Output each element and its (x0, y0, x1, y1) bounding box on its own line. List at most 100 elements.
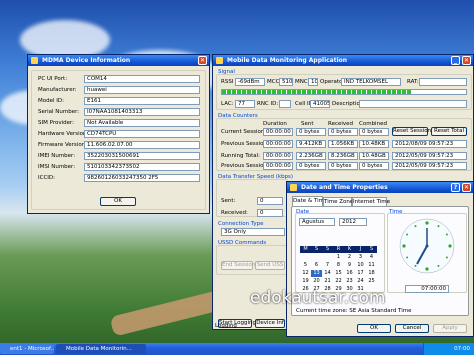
calendar-day[interactable]: 3 (355, 254, 366, 261)
calendar-day[interactable]: 12 (300, 270, 311, 277)
clock-tick (425, 267, 429, 271)
calendar-day[interactable]: 19 (300, 278, 311, 285)
close-button[interactable]: ✕ (198, 56, 207, 65)
col-received: Received (328, 121, 354, 127)
calendar-day[interactable]: 1 (333, 254, 344, 261)
calendar-week: 12 13 14 15 16 17 18 (300, 269, 380, 277)
calendar-day[interactable]: 25 (366, 278, 377, 285)
row-value: I07NAA1081403313 (84, 108, 200, 116)
calendar-day[interactable]: 8 (333, 262, 344, 269)
counter-combined: 10.48KB (359, 140, 389, 148)
calendar-week: 5 6 7 8 9 10 11 (300, 261, 380, 269)
taskbar-item[interactable]: ent1 - Microsof... (0, 344, 54, 354)
weekday-row: MSSRKJS (300, 245, 380, 253)
datetime-title: Date and Time Properties (301, 184, 388, 191)
counter-received: 8.236GB (328, 152, 358, 160)
calendar-day[interactable]: 13 (311, 270, 322, 277)
clock-tick (402, 244, 406, 248)
rnc-label: RNC ID: (257, 101, 279, 107)
calendar-day[interactable]: 7 (322, 262, 333, 269)
calendar-day[interactable]: 2 (344, 254, 355, 261)
cellid-value: 41005 (310, 100, 330, 108)
weekday-label: S (311, 246, 322, 253)
clock[interactable]: 07:00 (454, 343, 470, 355)
weekday-label: R (333, 246, 344, 253)
counter-row-label: Running Total: (221, 153, 260, 159)
weekday-label: J (355, 246, 366, 253)
reset-session-button[interactable]: Reset Session (392, 127, 431, 136)
row-label: Serial Number: (38, 109, 80, 115)
rnc-value (279, 100, 291, 108)
mdm-titlebar[interactable]: Mobile Data Monitoring Application _ ✕ (213, 55, 473, 66)
row-label: Hardware Version: (38, 131, 89, 137)
weekday-label: K (344, 246, 355, 253)
help-button[interactable]: ? (451, 183, 460, 192)
counter-duration: 00:00:00 (263, 162, 293, 170)
rat-label: RAT: (407, 79, 419, 85)
ussd-group (216, 245, 288, 275)
calendar-day[interactable]: 23 (344, 278, 355, 285)
calendar-day[interactable]: 24 (355, 278, 366, 285)
counter-received: 0 bytes (328, 162, 358, 170)
year-spinner[interactable]: 2012 (339, 218, 367, 226)
device-info-button[interactable]: Device Inf (255, 319, 285, 328)
calendar-day[interactable]: 20 (311, 278, 322, 285)
row-value: 510103342373502 (84, 163, 200, 171)
send-ussd-button[interactable]: Send USS (255, 261, 285, 270)
calendar-day[interactable]: 10 (355, 262, 366, 269)
mcc-label: MCC (267, 79, 280, 85)
time-field[interactable]: 07:00:00 (405, 285, 449, 293)
calendar-day[interactable]: 14 (322, 270, 333, 277)
minimize-button[interactable]: _ (451, 56, 460, 65)
apply-button[interactable]: Apply (433, 324, 467, 333)
app-icon (216, 57, 223, 64)
calendar-day[interactable]: 16 (344, 270, 355, 277)
datetime-titlebar[interactable]: Date and Time Properties ? ✕ (287, 182, 473, 193)
rssi-label: RSSI (221, 79, 234, 85)
calendar-day[interactable]: 21 (322, 278, 333, 285)
speed-received-label: Received: (221, 210, 248, 216)
weekday-label: S (322, 246, 333, 253)
calendar-day[interactable]: 22 (333, 278, 344, 285)
calendar-day[interactable]: 15 (333, 270, 344, 277)
close-button[interactable]: ✕ (462, 183, 471, 192)
calendar-day[interactable]: 11 (366, 262, 377, 269)
calendar-grid[interactable]: M S S R K J S 1 2 3 4 5 6 7 8 9 10 11 12 13 14 15 16 17 18 19 20 21… (300, 245, 380, 293)
cdma-device-window: MDMA Device Information ✕ PC UI Port: CO… (27, 54, 210, 214)
month-select[interactable]: Agustus (299, 218, 335, 226)
taskbar-item[interactable]: Mobile Data Monitorin... (56, 344, 146, 354)
calendar-day[interactable]: 6 (311, 262, 322, 269)
tab-time-zone[interactable]: Time Zone (323, 197, 353, 206)
calendar-day[interactable]: 18 (366, 270, 377, 277)
ok-button[interactable]: OK (100, 197, 136, 206)
clock-tick (448, 244, 452, 248)
row-label: PC UI Port: (38, 76, 68, 82)
end-session-button[interactable]: End Session (221, 261, 255, 270)
connection-type-select[interactable]: 3G Only (221, 228, 285, 236)
calendar-week: 1234 (300, 253, 380, 261)
ok-button[interactable]: OK (357, 324, 391, 333)
speed-received-value: 0 (257, 209, 283, 217)
app-icon (31, 57, 38, 64)
calendar-day[interactable]: 17 (355, 270, 366, 277)
row-value: E161 (84, 97, 200, 105)
clock-tick (406, 233, 409, 236)
close-button[interactable]: ✕ (462, 56, 471, 65)
calendar-day[interactable]: 4 (366, 254, 377, 261)
row-label: Model ID: (38, 98, 64, 104)
tab-date-time[interactable]: Date & Time (292, 196, 327, 206)
counter-combined: 10.48GB (359, 152, 389, 160)
mnc-value: 10 (308, 78, 318, 86)
tab-internet-time[interactable]: Internet Time (352, 197, 390, 206)
col-combined: Combined (359, 121, 387, 127)
row-label: Manufacturer: (38, 87, 77, 93)
rssi-value: -69dBm (235, 78, 265, 86)
counter-received: 1.056KB (328, 140, 358, 148)
calendar-day[interactable]: 9 (344, 262, 355, 269)
cancel-button[interactable]: Cancel (395, 324, 429, 333)
status-text: Logging (215, 323, 237, 329)
reset-total-button[interactable]: Reset Total (431, 127, 467, 136)
timezone-text: Current time zone: SE Asia Standard Time (296, 308, 412, 314)
cdma-titlebar[interactable]: MDMA Device Information ✕ (28, 55, 209, 66)
calendar-day[interactable]: 5 (300, 262, 311, 269)
